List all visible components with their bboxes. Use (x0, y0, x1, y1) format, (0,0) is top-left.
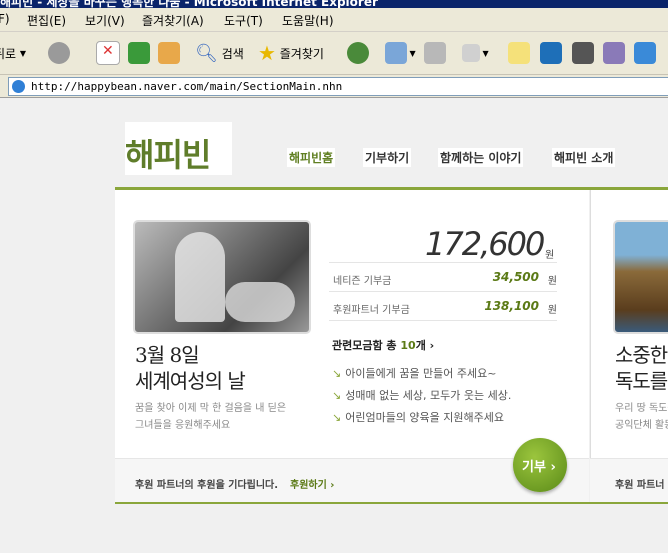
extra-button[interactable] (634, 38, 656, 68)
refresh-button[interactable] (128, 38, 150, 68)
refresh-icon (128, 42, 150, 64)
research-icon (603, 42, 625, 64)
related-item[interactable]: ↘ 아이들에게 꿈을 만들어 주세요~ (332, 365, 496, 381)
edit-button[interactable]: ▼ (462, 38, 489, 68)
menu-help[interactable]: 도움말(H) (282, 12, 334, 29)
menu-file[interactable]: F) (0, 12, 10, 26)
partner-bar-2: 후원 파트너 (590, 458, 668, 503)
site-logo[interactable]: 해피빈 (125, 122, 232, 175)
mail-button[interactable]: ▼ (385, 38, 416, 68)
menu-edit[interactable]: 편집(E) (27, 12, 66, 29)
feature-photo[interactable] (133, 220, 311, 334)
back-button[interactable]: 뒤로 ▼ (0, 38, 26, 68)
related-funds-link[interactable]: 관련모금함 총 10개 › (332, 337, 434, 353)
forward-icon (48, 42, 70, 64)
menu-bar: F) 편집(E) 보기(V) 즐겨찾기(A) 도구(T) 도움말(H) (0, 8, 668, 32)
home-button[interactable] (158, 38, 180, 68)
nav-stories[interactable]: 함께하는 이야기 (438, 148, 524, 167)
search-button[interactable]: 🔍︎ 검색 (195, 38, 244, 68)
arrow-icon: ↘ (332, 389, 342, 402)
feature-subtitle: 꿈을 찾아 이제 막 한 걸음을 내 딛은 그녀들을 응원해주세요 (135, 403, 287, 431)
netizen-donation-row: 네티즌 기부금 34,500 원 (329, 262, 557, 291)
search-icon: 🔍︎ (195, 42, 218, 64)
chevron-down-icon: ▼ (19, 48, 27, 58)
partner-donation-row: 후원파트너 기부금 138,100 원 (329, 291, 557, 321)
related-item[interactable]: ↘ 어린엄마들의 양육을 지원해주세요 (332, 409, 504, 425)
menu-tools[interactable]: 도구(T) (224, 12, 263, 29)
toolbar: 뒤로 ▼ ✕ 🔍︎ 검색 ★ 즐겨찾기 ▼ ▼ (0, 32, 668, 75)
page-content: 해피빈 해피빈홈 기부하기 함께하는 이야기 해피빈 소개 3월 8일 세계여성의… (0, 98, 668, 553)
edit-icon (462, 44, 480, 62)
star-icon: ★ (258, 41, 276, 65)
film-icon (572, 42, 594, 64)
history-icon (347, 42, 369, 64)
related-item[interactable]: ↘ 성매매 없는 세상, 모두가 웃는 세상. (332, 387, 511, 403)
stop-icon: ✕ (96, 41, 120, 65)
address-url[interactable]: http://happybean.naver.com/main/SectionM… (31, 80, 342, 93)
total-amount: 172,600 (425, 225, 545, 263)
note-icon (508, 42, 530, 64)
feature-card-2: 소중한독도를 우리 땅 독도를공익단체 활동 (590, 190, 668, 502)
feature-headline[interactable]: 3월 8일 세계여성의 날 (135, 342, 246, 394)
footer-divider (115, 502, 668, 504)
home-icon (158, 42, 180, 64)
discuss-button[interactable] (508, 38, 530, 68)
print-icon (424, 42, 446, 64)
favorites-button[interactable]: ★ 즐겨찾기 (258, 38, 324, 68)
stop-button[interactable]: ✕ (96, 38, 120, 68)
window-titlebar: 해피빈 - 세상을 바꾸는 행복한 나눔 - Microsoft Interne… (0, 0, 668, 8)
nav-donate[interactable]: 기부하기 (363, 148, 412, 167)
nav-about[interactable]: 해피빈 소개 (552, 148, 616, 167)
print-button[interactable] (424, 38, 446, 68)
c-icon (540, 42, 562, 64)
sponsor-link[interactable]: 후원하기 › (290, 476, 334, 491)
forward-button[interactable] (48, 38, 70, 68)
arrow-icon (634, 42, 656, 64)
nav-home[interactable]: 해피빈홈 (287, 148, 336, 167)
research-button[interactable] (603, 38, 625, 68)
menu-view[interactable]: 보기(V) (85, 12, 125, 29)
total-unit: 원 (545, 250, 555, 261)
arrow-icon: ↘ (332, 411, 342, 424)
ie-icon (12, 80, 25, 93)
arrow-icon: ↘ (332, 367, 342, 380)
feature-headline-2[interactable]: 소중한 독도를 (615, 342, 668, 394)
donate-button[interactable]: 기부 › (513, 438, 567, 492)
mail-icon (385, 42, 407, 64)
history-button[interactable] (347, 38, 369, 68)
feature-photo-2[interactable] (613, 220, 668, 334)
media-button[interactable] (572, 38, 594, 68)
messenger-button[interactable] (540, 38, 562, 68)
menu-favorites[interactable]: 즐겨찾기(A) (142, 12, 204, 29)
address-input[interactable]: http://happybean.naver.com/main/SectionM… (8, 77, 668, 96)
window-title: 해피빈 - 세상을 바꾸는 행복한 나눔 - Microsoft Interne… (0, 0, 378, 8)
feature-subtitle-2: 우리 땅 독도를공익단체 활동 (615, 403, 668, 431)
address-bar: http://happybean.naver.com/main/SectionM… (0, 75, 668, 98)
